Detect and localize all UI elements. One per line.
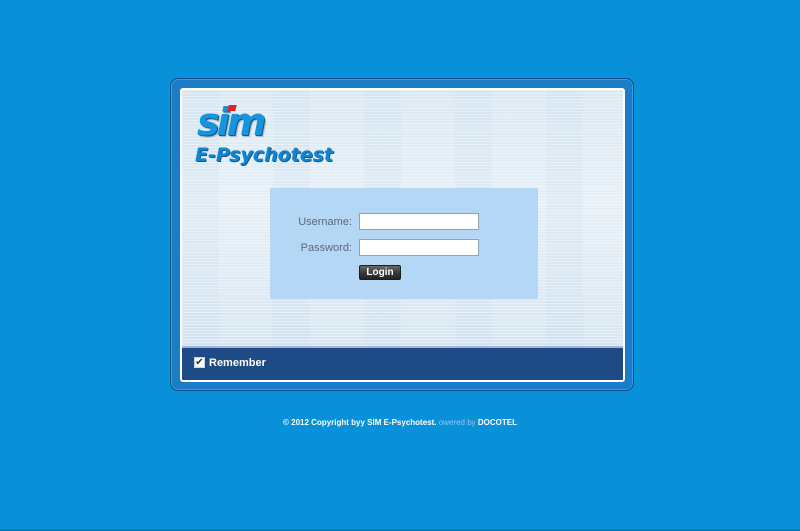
copyright-text: © 2012 Copyright byy SIM E-Psychotest. bbox=[283, 418, 437, 427]
powered-by-text: owered by bbox=[438, 418, 476, 427]
logo-red-accent bbox=[227, 105, 237, 111]
company-link[interactable]: DOCOTEL bbox=[478, 418, 517, 427]
login-button[interactable]: Login bbox=[359, 265, 401, 280]
username-row: Username: bbox=[270, 213, 538, 233]
password-label: Password: bbox=[300, 242, 352, 254]
logo-subtitle: E-Psychotest bbox=[195, 144, 334, 166]
checkmark-icon: ✔ bbox=[195, 357, 204, 368]
username-label: Username: bbox=[298, 216, 352, 228]
sim-logo: sim E-Psychotest bbox=[195, 102, 365, 172]
copyright-footer: © 2012 Copyright byy SIM E-Psychotest. o… bbox=[0, 418, 800, 427]
remember-label[interactable]: Remember bbox=[209, 356, 266, 370]
login-panel: sim E-Psychotest Username: Password: Log… bbox=[170, 78, 634, 391]
page: sim E-Psychotest Username: Password: Log… bbox=[0, 0, 800, 531]
login-panel-inner: sim E-Psychotest Username: Password: Log… bbox=[180, 88, 625, 382]
username-input[interactable] bbox=[359, 213, 479, 230]
password-row: Password: bbox=[270, 239, 538, 259]
login-form: Username: Password: Login bbox=[270, 188, 538, 299]
remember-bar: ✔ Remember bbox=[182, 346, 623, 380]
password-input[interactable] bbox=[359, 239, 479, 256]
remember-checkbox[interactable]: ✔ bbox=[194, 357, 205, 368]
